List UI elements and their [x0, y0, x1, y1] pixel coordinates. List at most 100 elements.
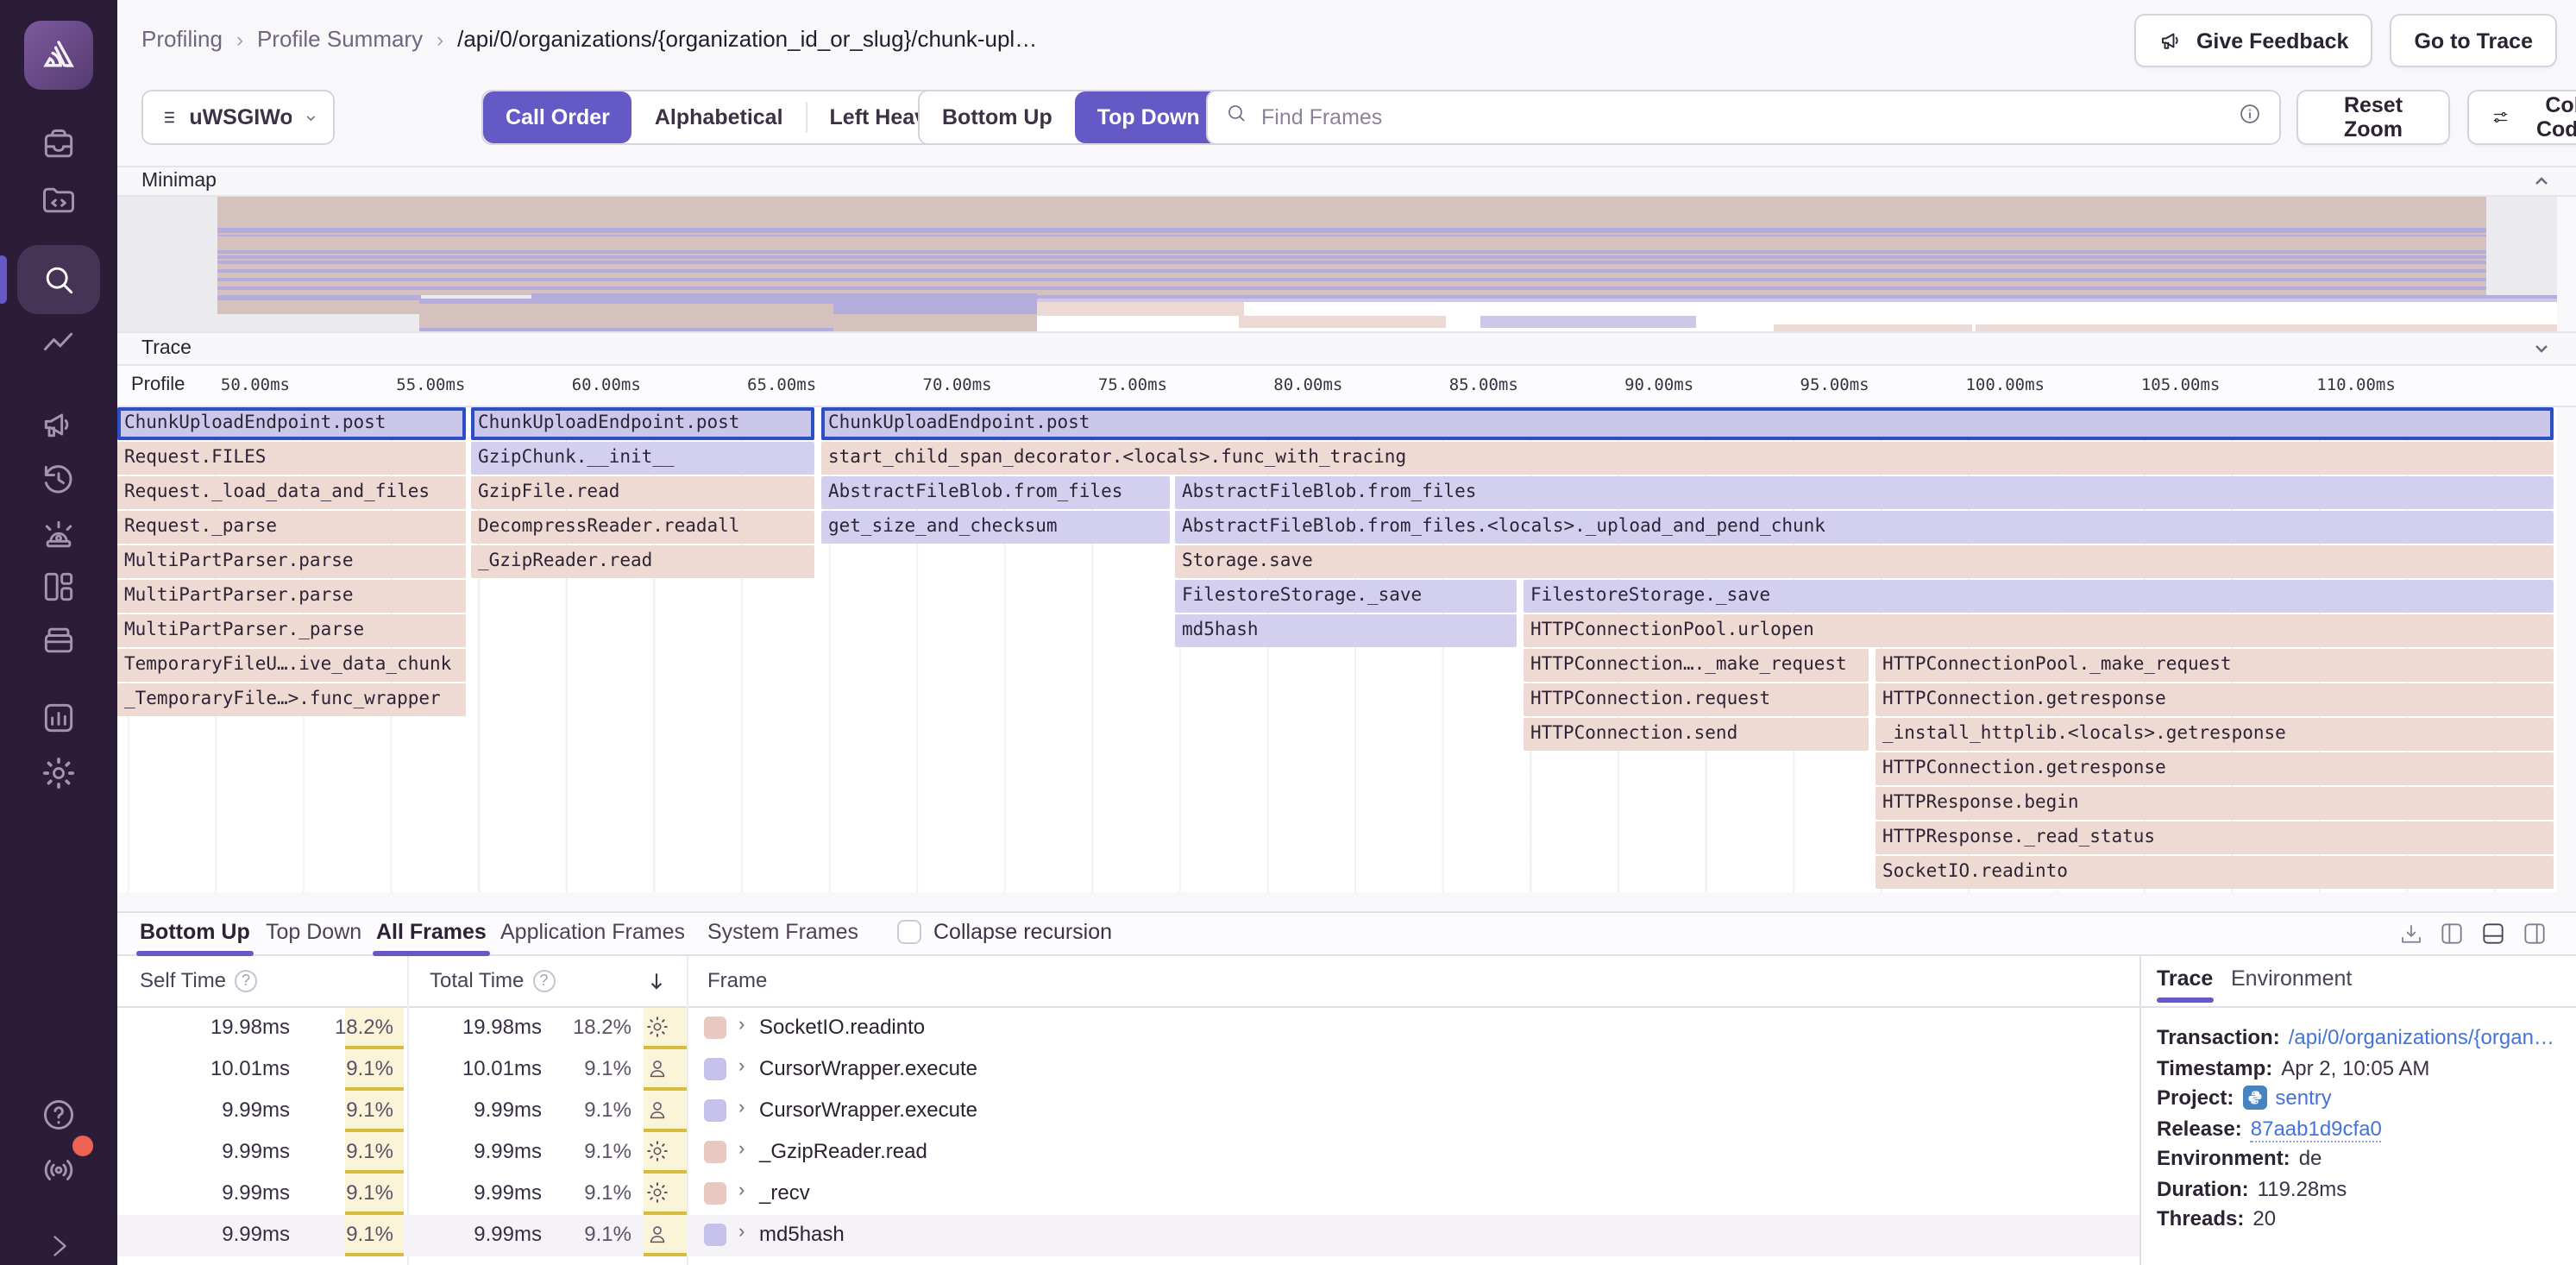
flame-frame[interactable]: MultiPartParser._parse: [117, 614, 466, 647]
flame-frame[interactable]: ChunkUploadEndpoint.post: [821, 407, 2554, 440]
sidebar-item-alerts[interactable]: [0, 507, 117, 563]
self-time-header[interactable]: Self Time ?: [140, 968, 257, 992]
table-row[interactable]: 9.99ms 9.1% 9.99ms 9.1% › _GzipReader.re…: [117, 1132, 2139, 1174]
sidebar-item-stats[interactable]: [0, 690, 117, 746]
breadcrumb-profiling[interactable]: Profiling: [141, 26, 223, 52]
sort-call-order[interactable]: Call Order: [483, 91, 632, 143]
release-link[interactable]: 87aab1d9cfa0: [2251, 1116, 2382, 1142]
total-time-header[interactable]: Total Time ?: [430, 968, 555, 992]
flame-frame[interactable]: GzipFile.read: [471, 476, 814, 509]
breadcrumb-profile-summary[interactable]: Profile Summary: [257, 26, 423, 52]
sidebar-item-replays[interactable]: [0, 452, 117, 507]
sentry-logo[interactable]: [24, 21, 93, 90]
expand-chevron-icon[interactable]: ›: [738, 1180, 745, 1201]
direction-bottom-up[interactable]: Bottom Up: [920, 91, 1075, 143]
flame-frame[interactable]: ChunkUploadEndpoint.post: [471, 407, 814, 440]
go-to-trace-button[interactable]: Go to Trace: [2390, 14, 2557, 67]
minimap-canvas[interactable]: [117, 197, 2557, 331]
tab-system-frames[interactable]: System Frames: [707, 913, 858, 956]
flame-frame[interactable]: HTTPResponse._read_status: [1875, 821, 2554, 854]
question-icon[interactable]: ?: [532, 969, 555, 991]
flame-frame[interactable]: get_size_and_checksum: [821, 511, 1170, 544]
collapse-trace-icon[interactable]: [2531, 338, 2552, 359]
find-frames-search[interactable]: [1206, 90, 2281, 145]
flame-frame[interactable]: HTTPConnection.send: [1524, 718, 1869, 751]
give-feedback-button[interactable]: Give Feedback: [2134, 14, 2373, 67]
flame-frame[interactable]: HTTPConnectionPool._make_request: [1875, 649, 2554, 682]
flame-frame[interactable]: AbstractFileBlob.from_files.<locals>._up…: [1175, 511, 2554, 544]
flame-frame[interactable]: HTTPConnection.getresponse: [1875, 683, 2554, 716]
sort-alphabetical[interactable]: Alphabetical: [632, 91, 806, 143]
flame-frame[interactable]: HTTPConnection.getresponse: [1875, 752, 2554, 785]
collapse-minimap-icon[interactable]: [2531, 171, 2552, 192]
sidebar-item-help[interactable]: [0, 1087, 117, 1142]
direction-top-down[interactable]: Top Down: [1075, 91, 1222, 143]
info-icon[interactable]: [2238, 101, 2262, 134]
flame-frame[interactable]: Request.FILES: [117, 442, 466, 475]
sidebar-item-explore[interactable]: [0, 173, 117, 228]
sidebar-item-issues[interactable]: [0, 117, 117, 173]
flame-frame[interactable]: md5hash: [1175, 614, 1517, 647]
flame-frame[interactable]: _install_httplib.<locals>.getresponse: [1875, 718, 2554, 751]
table-row[interactable]: 19.98ms 18.2% 19.98ms 18.2% › SocketIO.r…: [117, 1008, 2139, 1049]
table-row[interactable]: 10.01ms 9.1% 10.01ms 9.1% › CursorWrappe…: [117, 1049, 2139, 1091]
tab-all-frames[interactable]: All Frames: [376, 913, 487, 956]
flame-frame[interactable]: AbstractFileBlob.from_files: [821, 476, 1170, 509]
question-icon[interactable]: ?: [235, 969, 257, 991]
flame-frame[interactable]: HTTPConnectionPool.urlopen: [1524, 614, 2554, 647]
table-row[interactable]: 9.99ms 9.1% 9.99ms 9.1% › _recv: [117, 1174, 2139, 1215]
sidebar-item-settings[interactable]: [0, 746, 117, 801]
flame-frame[interactable]: HTTPConnection…._make_request: [1524, 649, 1869, 682]
thread-selector[interactable]: uWSGIWor…: [141, 90, 335, 145]
expand-chevron-icon[interactable]: ›: [738, 1222, 745, 1243]
flame-frame[interactable]: Request._load_data_and_files: [117, 476, 466, 509]
expand-chevron-icon[interactable]: ›: [738, 1015, 745, 1035]
download-icon[interactable]: [2398, 921, 2424, 947]
transaction-link[interactable]: /api/0/organizations/{organ…: [2289, 1025, 2554, 1049]
project-link[interactable]: sentry: [2275, 1086, 2331, 1110]
layout-right-icon[interactable]: [2521, 920, 2548, 947]
sidebar-item-insights[interactable]: [0, 318, 117, 373]
collapse-recursion-checkbox[interactable]: [897, 920, 921, 944]
flame-frame[interactable]: TemporaryFileU….ive_data_chunk: [117, 649, 466, 682]
flame-frame[interactable]: Request._parse: [117, 511, 466, 544]
expand-chevron-icon[interactable]: ›: [738, 1056, 745, 1077]
sidebar-item-feedback[interactable]: [0, 397, 117, 452]
tab-top-down[interactable]: Top Down: [266, 913, 361, 956]
flame-frame[interactable]: _GzipReader.read: [471, 545, 814, 578]
table-row[interactable]: 9.99ms 9.1% 9.99ms 9.1% › CursorWrapper.…: [117, 1091, 2139, 1132]
layout-bottom-icon[interactable]: [2479, 920, 2507, 947]
flamegraph[interactable]: ChunkUploadEndpoint.postChunkUploadEndpo…: [117, 407, 2557, 892]
flame-frame[interactable]: _TemporaryFile…>.func_wrapper: [117, 683, 466, 716]
tab-application-frames[interactable]: Application Frames: [500, 913, 685, 956]
flame-frame[interactable]: AbstractFileBlob.from_files: [1175, 476, 2554, 509]
sidebar-item-releases[interactable]: [0, 613, 117, 668]
flame-frame[interactable]: HTTPConnection.request: [1524, 683, 1869, 716]
flame-frame[interactable]: start_child_span_decorator.<locals>.func…: [821, 442, 2554, 475]
flame-frame[interactable]: MultiPartParser.parse: [117, 580, 466, 613]
expand-chevron-icon[interactable]: ›: [738, 1098, 745, 1118]
sidebar-item-search-active[interactable]: [0, 245, 117, 314]
flame-frame[interactable]: DecompressReader.readall: [471, 511, 814, 544]
expand-chevron-icon[interactable]: ›: [738, 1139, 745, 1160]
flame-frame[interactable]: HTTPResponse.begin: [1875, 787, 2554, 820]
sidebar-item-broadcasts[interactable]: [0, 1142, 117, 1198]
sort-descending-icon[interactable]: [645, 970, 668, 992]
tab-environment[interactable]: Environment: [2231, 966, 2352, 991]
layout-left-icon[interactable]: [2438, 920, 2466, 947]
flame-frame[interactable]: GzipChunk.__init__: [471, 442, 814, 475]
tab-trace[interactable]: Trace: [2157, 966, 2213, 991]
flame-frame[interactable]: Storage.save: [1175, 545, 2554, 578]
sidebar-expand-button[interactable]: [0, 1218, 117, 1265]
collapse-recursion-control[interactable]: Collapse recursion: [897, 920, 1112, 944]
flame-frame[interactable]: FilestoreStorage._save: [1524, 580, 2554, 613]
search-input[interactable]: [1261, 105, 2224, 129]
color-coding-button[interactable]: Color Coding: [2467, 90, 2576, 145]
reset-zoom-button[interactable]: Reset Zoom: [2296, 90, 2450, 145]
flame-frame[interactable]: FilestoreStorage._save: [1175, 580, 1517, 613]
sidebar-item-dashboards[interactable]: [0, 559, 117, 614]
flame-frame[interactable]: ChunkUploadEndpoint.post: [117, 407, 466, 440]
tab-bottom-up[interactable]: Bottom Up: [140, 913, 250, 956]
flame-frame[interactable]: SocketIO.readinto: [1875, 856, 2554, 889]
table-row[interactable]: 9.99ms 9.1% 9.99ms 9.1% › md5hash: [117, 1215, 2139, 1256]
